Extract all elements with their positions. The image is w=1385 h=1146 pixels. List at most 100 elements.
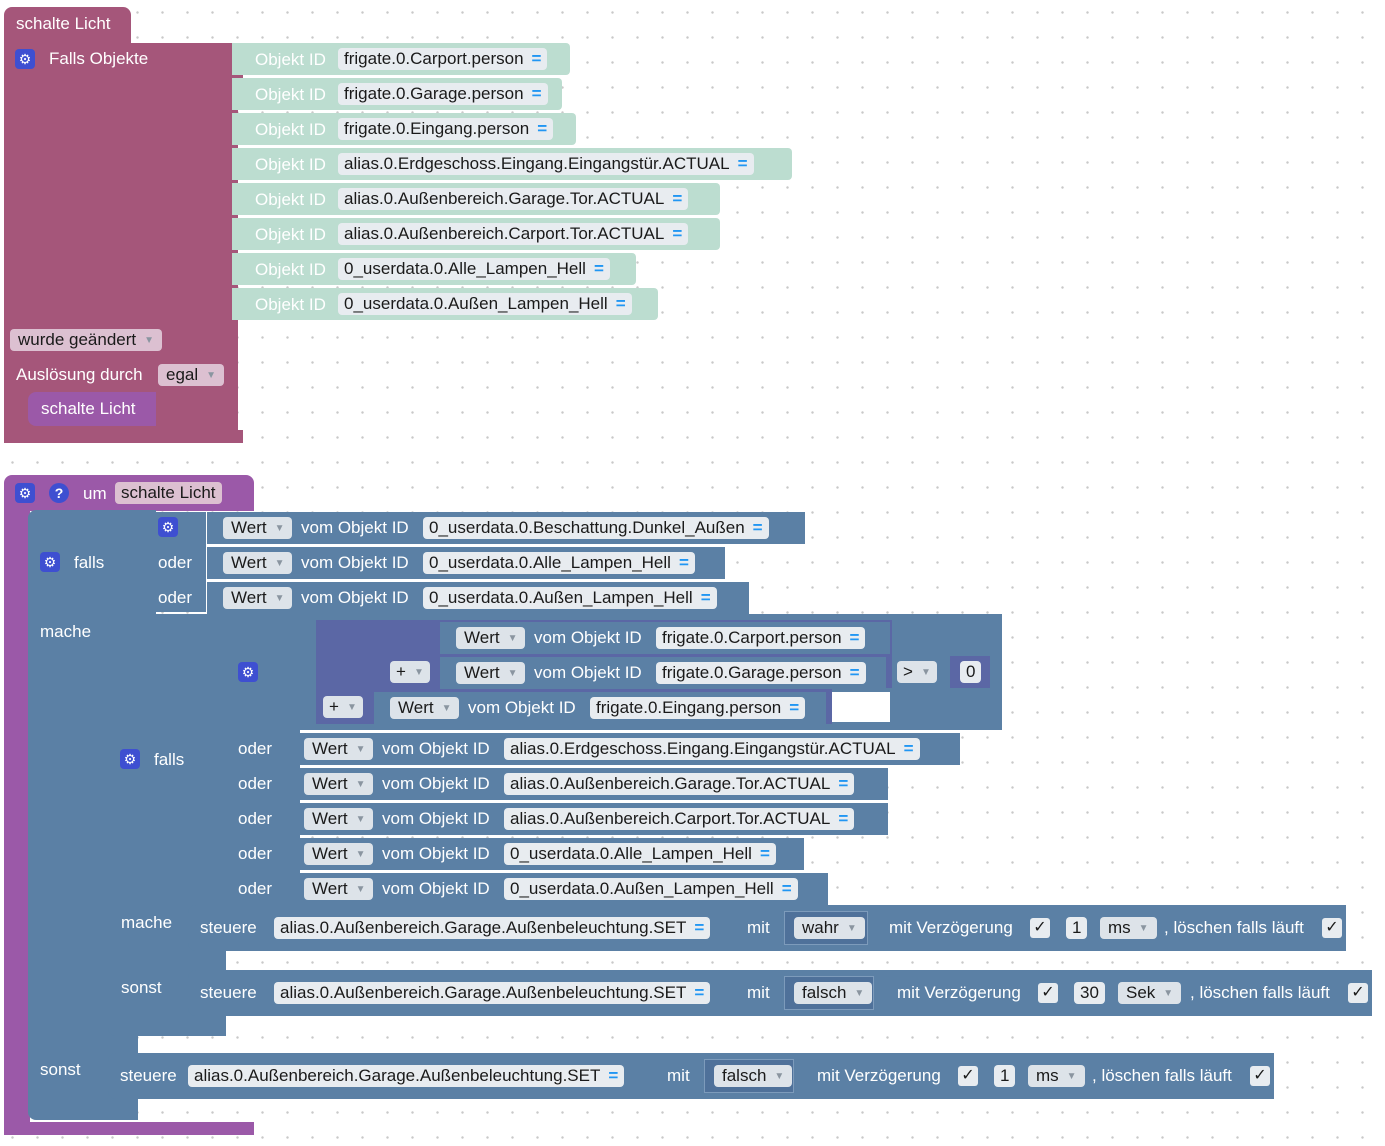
compare-value[interactable]: 0 (960, 661, 982, 683)
trigger-title: schalte Licht (16, 14, 111, 33)
clear-checkbox[interactable]: ✓ (1348, 983, 1368, 1003)
object-id-field[interactable]: 0_userdata.0.Alle_Lampen_Hell = (423, 552, 695, 574)
object-id-field[interactable]: 0_userdata.0.Alle_Lampen_Hell = (338, 258, 610, 280)
equals-icon: = (593, 259, 604, 278)
object-id-label: Objekt ID (255, 120, 326, 139)
object-id-field[interactable]: 0_userdata.0.Alle_Lampen_Hell = (504, 843, 776, 865)
mit-label: mit (747, 983, 770, 1002)
boolean-dropdown[interactable]: wahr ▼ (794, 917, 865, 939)
value-mode-dropdown[interactable]: Wert ▼ (390, 697, 460, 719)
trigger-dropdown[interactable]: egal ▼ (158, 364, 225, 386)
object-id-field[interactable]: alias.0.Außenbereich.Garage.Tor.ACTUAL = (504, 773, 855, 795)
object-id-label: Objekt ID (255, 155, 326, 174)
object-id-value: 0_userdata.0.Außen_Lampen_Hell (344, 294, 608, 313)
object-id-field[interactable]: alias.0.Außenbereich.Carport.Tor.ACTUAL = (338, 223, 689, 245)
object-id-field[interactable]: 0_userdata.0.Außen_Lampen_Hell = (423, 587, 717, 609)
equals-icon: = (849, 628, 860, 647)
inner-oder-label: oder (238, 774, 273, 793)
clear-checkbox[interactable]: ✓ (1322, 918, 1342, 938)
object-id-field[interactable]: frigate.0.Garage.person = (656, 662, 866, 684)
equals-icon: = (752, 518, 763, 537)
equals-icon: = (531, 84, 542, 103)
sum-op-dropdown[interactable]: + ▼ (390, 661, 430, 683)
gear-icon[interactable]: ⚙ (158, 517, 178, 537)
target-field[interactable]: alias.0.Außenbereich.Garage.Außenbeleuch… (188, 1065, 625, 1087)
value-mode-dropdown[interactable]: Wert ▼ (304, 843, 374, 865)
object-id-field[interactable]: frigate.0.Carport.person = (656, 627, 866, 649)
clear-checkbox[interactable]: ✓ (1250, 1066, 1270, 1086)
value-mode-dropdown[interactable]: Wert ▼ (456, 662, 526, 684)
gear-icon[interactable]: ⚙ (40, 552, 60, 572)
value-mode-dropdown[interactable]: Wert ▼ (223, 552, 293, 574)
dropdown-arrow-icon: ▼ (1066, 1070, 1077, 1082)
object-id-label: vom Objekt ID (382, 774, 490, 793)
object-id-field[interactable]: alias.0.Erdgeschoss.Eingang.Eingangstür.… (338, 153, 754, 175)
delay-label: mit Verzögerung (817, 1066, 941, 1085)
value-mode-label: Wert (312, 739, 348, 758)
dropdown-arrow-icon: ▼ (846, 922, 857, 934)
delay-checkbox[interactable]: ✓ (1038, 983, 1058, 1003)
sum-op-dropdown[interactable]: + ▼ (323, 696, 363, 718)
object-id-field[interactable]: 0_userdata.0.Beschattung.Dunkel_Außen = (423, 517, 769, 539)
object-id-field[interactable]: alias.0.Erdgeschoss.Eingang.Eingangstür.… (504, 738, 920, 760)
object-id-field[interactable]: alias.0.Außenbereich.Garage.Tor.ACTUAL = (338, 188, 689, 210)
boolean-dropdown[interactable]: falsch ▼ (794, 982, 873, 1004)
value-mode-dropdown[interactable]: Wert ▼ (223, 517, 293, 539)
object-id-label: vom Objekt ID (382, 809, 490, 828)
delay-checkbox[interactable]: ✓ (1030, 918, 1050, 938)
inner-oder-label: oder (238, 844, 273, 863)
object-id-field[interactable]: frigate.0.Eingang.person = (590, 697, 806, 719)
value-mode-dropdown[interactable]: Wert ▼ (304, 878, 374, 900)
dropdown-arrow-icon: ▼ (355, 848, 366, 860)
target-field[interactable]: alias.0.Außenbereich.Garage.Außenbeleuch… (274, 982, 711, 1004)
object-id-value: alias.0.Erdgeschoss.Eingang.Eingangstür.… (344, 154, 730, 173)
object-id-field[interactable]: frigate.0.Eingang.person = (338, 118, 554, 140)
gear-icon[interactable]: ⚙ (120, 749, 140, 769)
function-name[interactable]: schalte Licht (115, 482, 222, 504)
target-field[interactable]: alias.0.Außenbereich.Garage.Außenbeleuch… (274, 917, 711, 939)
object-id-label: vom Objekt ID (301, 553, 409, 572)
value-mode-dropdown[interactable]: Wert ▼ (304, 738, 374, 760)
delay-value[interactable]: 30 (1074, 982, 1105, 1004)
object-id-label: vom Objekt ID (534, 628, 642, 647)
unit-dropdown[interactable]: ms ▼ (1028, 1065, 1085, 1087)
delay-value[interactable]: 1 (1066, 917, 1088, 939)
object-id-label: Objekt ID (255, 295, 326, 314)
object-id-field[interactable]: 0_userdata.0.Außen_Lampen_Hell = (338, 293, 632, 315)
object-id-field[interactable]: frigate.0.Carport.person = (338, 48, 548, 70)
object-id-label: vom Objekt ID (301, 518, 409, 537)
object-id-value: 0_userdata.0.Alle_Lampen_Hell (510, 844, 752, 863)
help-icon[interactable]: ? (49, 483, 69, 503)
value-mode-dropdown[interactable]: Wert ▼ (304, 808, 374, 830)
clear-label: , löschen falls läuft (1092, 1066, 1232, 1085)
dropdown-arrow-icon: ▼ (274, 557, 285, 569)
object-id-label: Objekt ID (255, 260, 326, 279)
equals-icon: = (781, 879, 792, 898)
gear-icon[interactable]: ⚙ (238, 662, 258, 682)
unit-dropdown[interactable]: ms ▼ (1100, 917, 1157, 939)
dropdown-arrow-icon: ▼ (206, 369, 217, 381)
delay-label: mit Verzögerung (889, 918, 1013, 937)
gear-icon[interactable]: ⚙ (15, 483, 35, 503)
dropdown-arrow-icon: ▼ (144, 334, 155, 346)
clear-label: , löschen falls läuft (1190, 983, 1330, 1002)
object-id-field[interactable]: 0_userdata.0.Außen_Lampen_Hell = (504, 878, 798, 900)
object-id-field[interactable]: frigate.0.Garage.person = (338, 83, 548, 105)
dropdown-arrow-icon: ▼ (1163, 987, 1174, 999)
dropdown-arrow-icon: ▼ (774, 1070, 785, 1082)
object-id-value: frigate.0.Eingang.person (344, 119, 530, 138)
boolean-dropdown[interactable]: falsch ▼ (714, 1065, 793, 1087)
function-footer (4, 1122, 254, 1135)
boolean-value: wahr (802, 918, 839, 937)
outer-oder-label: oder (158, 553, 193, 572)
delay-value[interactable]: 1 (994, 1065, 1016, 1087)
unit-dropdown[interactable]: Sek ▼ (1118, 982, 1182, 1004)
value-mode-dropdown[interactable]: Wert ▼ (456, 627, 526, 649)
condition-dropdown[interactable]: wurde geändert ▼ (10, 329, 163, 351)
delay-checkbox[interactable]: ✓ (958, 1066, 978, 1086)
compare-op-dropdown[interactable]: > ▼ (897, 661, 937, 683)
value-mode-dropdown[interactable]: Wert ▼ (223, 587, 293, 609)
value-mode-dropdown[interactable]: Wert ▼ (304, 773, 374, 795)
gear-icon[interactable]: ⚙ (15, 49, 35, 69)
object-id-field[interactable]: alias.0.Außenbereich.Carport.Tor.ACTUAL = (504, 808, 855, 830)
